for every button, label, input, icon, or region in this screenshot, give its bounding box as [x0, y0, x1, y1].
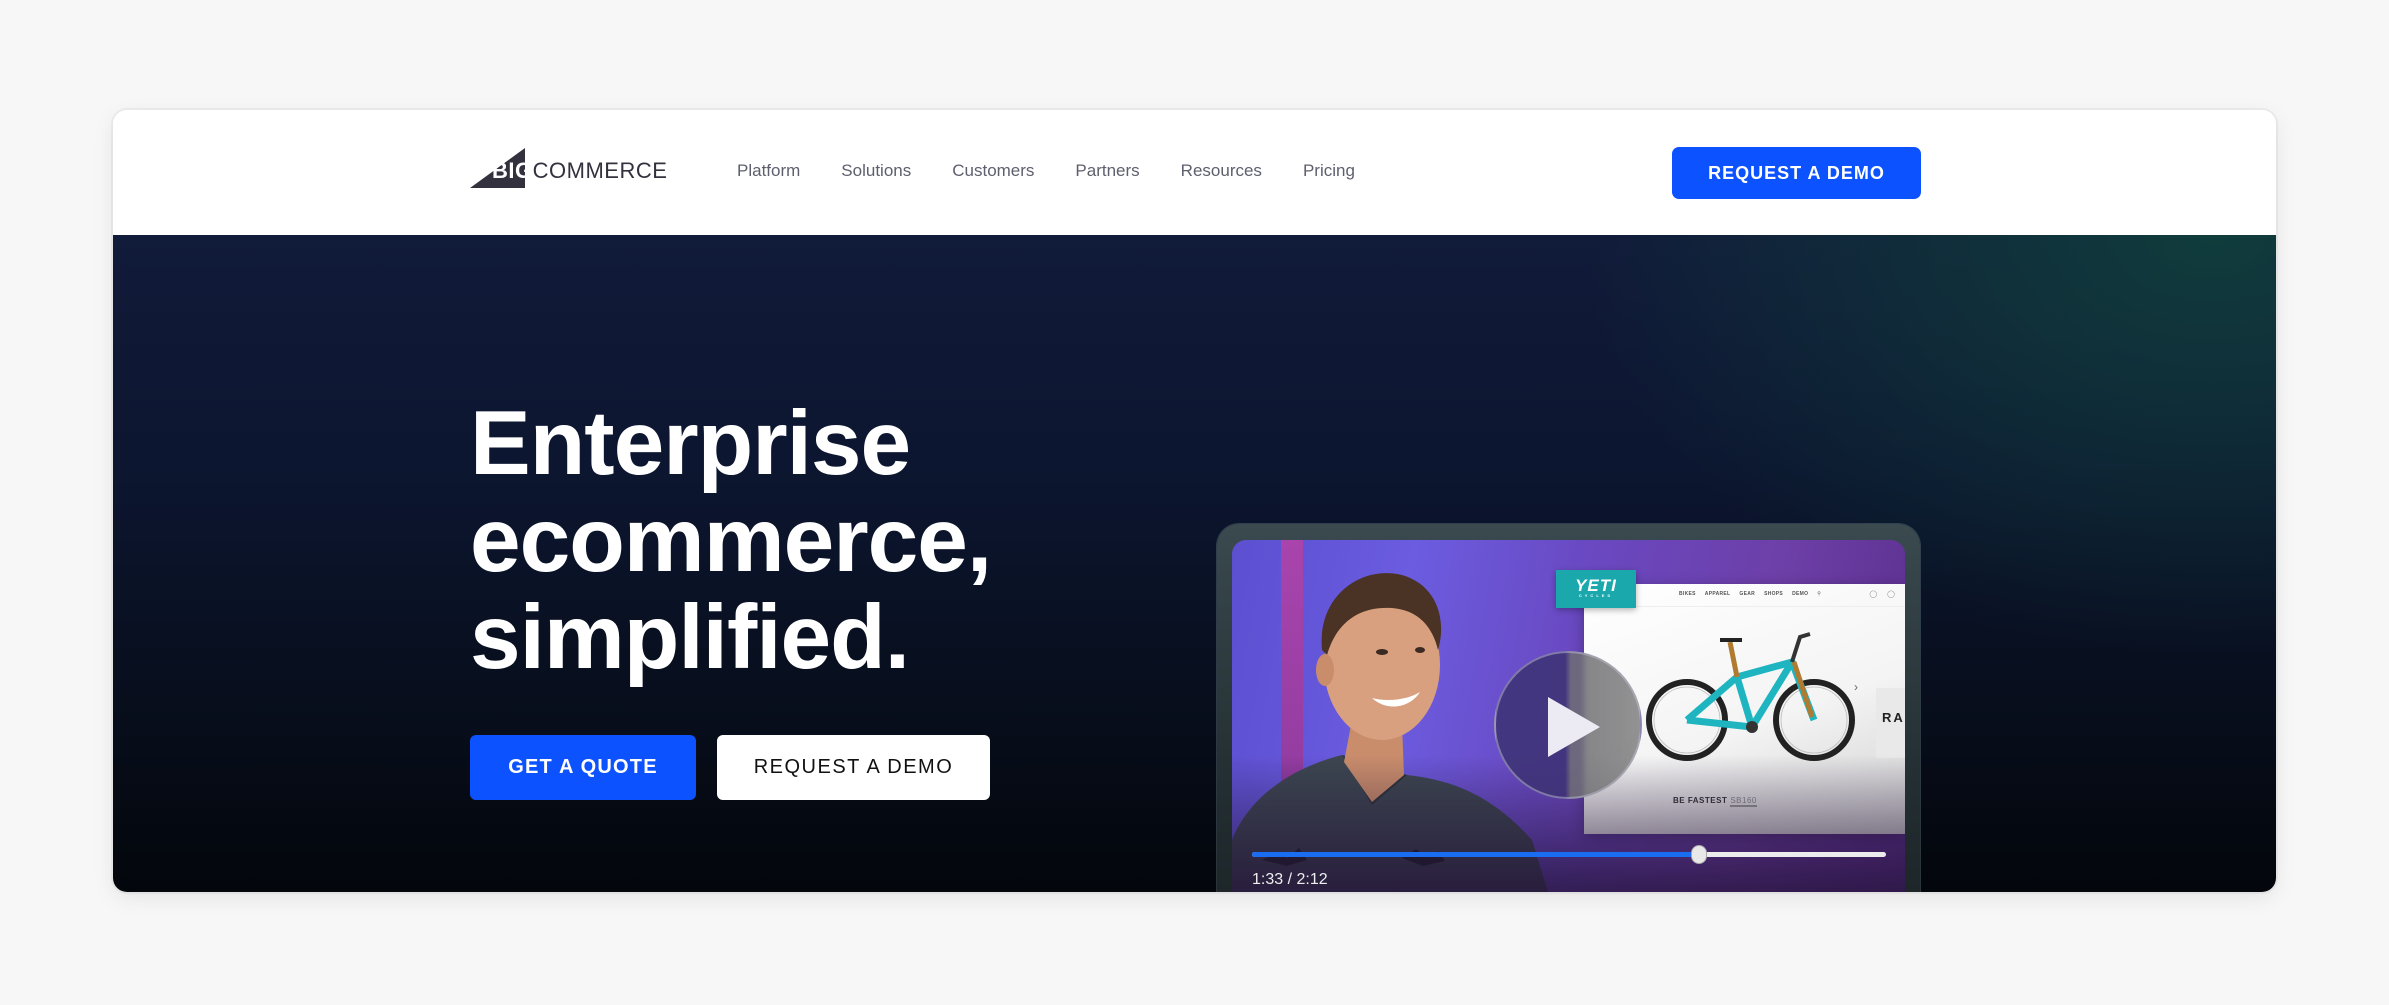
hero-title-line: ecommerce,	[470, 490, 992, 591]
mockup-search-icon: ⚲	[1817, 591, 1822, 597]
hero-title-line: Enterprise	[470, 393, 911, 494]
video-progress-fill	[1252, 852, 1699, 857]
nav-solutions[interactable]: Solutions	[841, 156, 911, 186]
video-scrubber-handle[interactable]	[1690, 845, 1707, 864]
bike-caption: BE FASTEST SB160	[1673, 796, 1757, 807]
bike-image	[1646, 632, 1855, 761]
hero-title-line: simplified.	[470, 587, 910, 688]
mockup-cart-icon: ◯	[1887, 591, 1895, 598]
nav-partners[interactable]: Partners	[1075, 156, 1139, 186]
nav-pricing[interactable]: Pricing	[1303, 156, 1355, 186]
mockup-nav-item: DEMO	[1792, 591, 1809, 597]
logo-wordmark: BIGCOMMERCE	[492, 158, 667, 184]
nav-customers[interactable]: Customers	[952, 156, 1034, 186]
logo-big: BIG	[492, 158, 533, 183]
video-time-readout: 1:33 / 2:12	[1252, 871, 1328, 888]
site-header: BIGCOMMERCE Platform Solutions Customers…	[113, 110, 2276, 235]
play-icon	[1548, 697, 1600, 757]
get-a-quote-button[interactable]: GET A QUOTE	[470, 735, 696, 800]
hero-request-demo-button[interactable]: REQUEST A DEMO	[717, 735, 990, 800]
video-player-frame: BIKES APPAREL GEAR SHOPS DEMO ⚲ ◯ ◯ BE F…	[1217, 524, 1920, 892]
mockup-side-panel: RA	[1876, 688, 1905, 758]
yeti-brand-sub: CYCLES	[1578, 593, 1614, 598]
mockup-nav-item: APPAREL	[1704, 591, 1731, 597]
side-panel-text: RA	[1882, 710, 1905, 725]
logo-commerce: COMMERCE	[532, 158, 668, 183]
mockup-nav-item: GEAR	[1739, 591, 1756, 597]
mockup-nav-item: BIKES	[1679, 591, 1696, 597]
hero-section: Enterprise ecommerce, simplified. GET A …	[113, 235, 2276, 892]
yeti-logo-badge: YETI CYCLES	[1556, 570, 1636, 608]
main-nav: Platform Solutions Customers Partners Re…	[737, 156, 1396, 186]
video-player[interactable]: BIKES APPAREL GEAR SHOPS DEMO ⚲ ◯ ◯ BE F…	[1232, 540, 1905, 892]
bigcommerce-logo[interactable]: BIGCOMMERCE	[470, 144, 667, 188]
nav-platform[interactable]: Platform	[737, 156, 800, 186]
video-progress-bar[interactable]	[1252, 845, 1886, 864]
nav-resources[interactable]: Resources	[1181, 156, 1262, 186]
hero-title: Enterprise ecommerce, simplified.	[470, 393, 992, 688]
page-card: BIGCOMMERCE Platform Solutions Customers…	[113, 110, 2276, 892]
mockup-nav-item: SHOPS	[1764, 591, 1784, 597]
mockup-user-icon: ◯	[1869, 591, 1878, 598]
header-request-demo-button[interactable]: REQUEST A DEMO	[1672, 147, 1921, 199]
yeti-brand: YETI	[1575, 576, 1617, 595]
play-button[interactable]	[1494, 651, 1642, 799]
bike-model: SB160	[1730, 796, 1757, 807]
